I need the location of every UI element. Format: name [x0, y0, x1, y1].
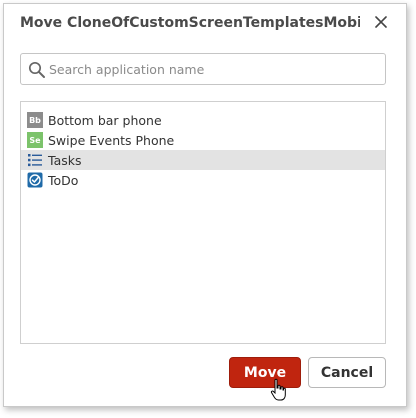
move-button[interactable]: Move	[229, 357, 301, 388]
close-icon[interactable]	[371, 12, 391, 32]
todo-check-icon	[27, 172, 43, 188]
app-label: Bottom bar phone	[48, 112, 162, 128]
list-item-tasks[interactable]: Tasks	[21, 150, 385, 170]
dialog-title: Move CloneOfCustomScreenTemplatesMobile …	[20, 15, 360, 31]
search-input[interactable]	[49, 57, 379, 81]
app-label: Tasks	[48, 152, 82, 168]
app-icon-bb: Bb	[27, 112, 43, 128]
search-icon	[28, 61, 45, 78]
list-item-todo[interactable]: ToDo	[21, 170, 385, 190]
app-label: Swipe Events Phone	[48, 132, 175, 148]
list-item-swipe-events-phone[interactable]: Se Swipe Events Phone	[21, 130, 385, 150]
list-item-bottom-bar-phone[interactable]: Bb Bottom bar phone	[21, 110, 385, 130]
application-list[interactable]: Bb Bottom bar phone Se Swipe Events Phon…	[20, 101, 386, 344]
cancel-button[interactable]: Cancel	[308, 357, 386, 388]
close-button[interactable]	[371, 12, 391, 32]
move-dialog: Move CloneOfCustomScreenTemplatesMobile …	[3, 3, 407, 407]
app-label: ToDo	[48, 172, 79, 188]
list-icon	[27, 152, 43, 168]
search-field[interactable]	[20, 53, 386, 85]
app-icon-se: Se	[27, 132, 43, 148]
